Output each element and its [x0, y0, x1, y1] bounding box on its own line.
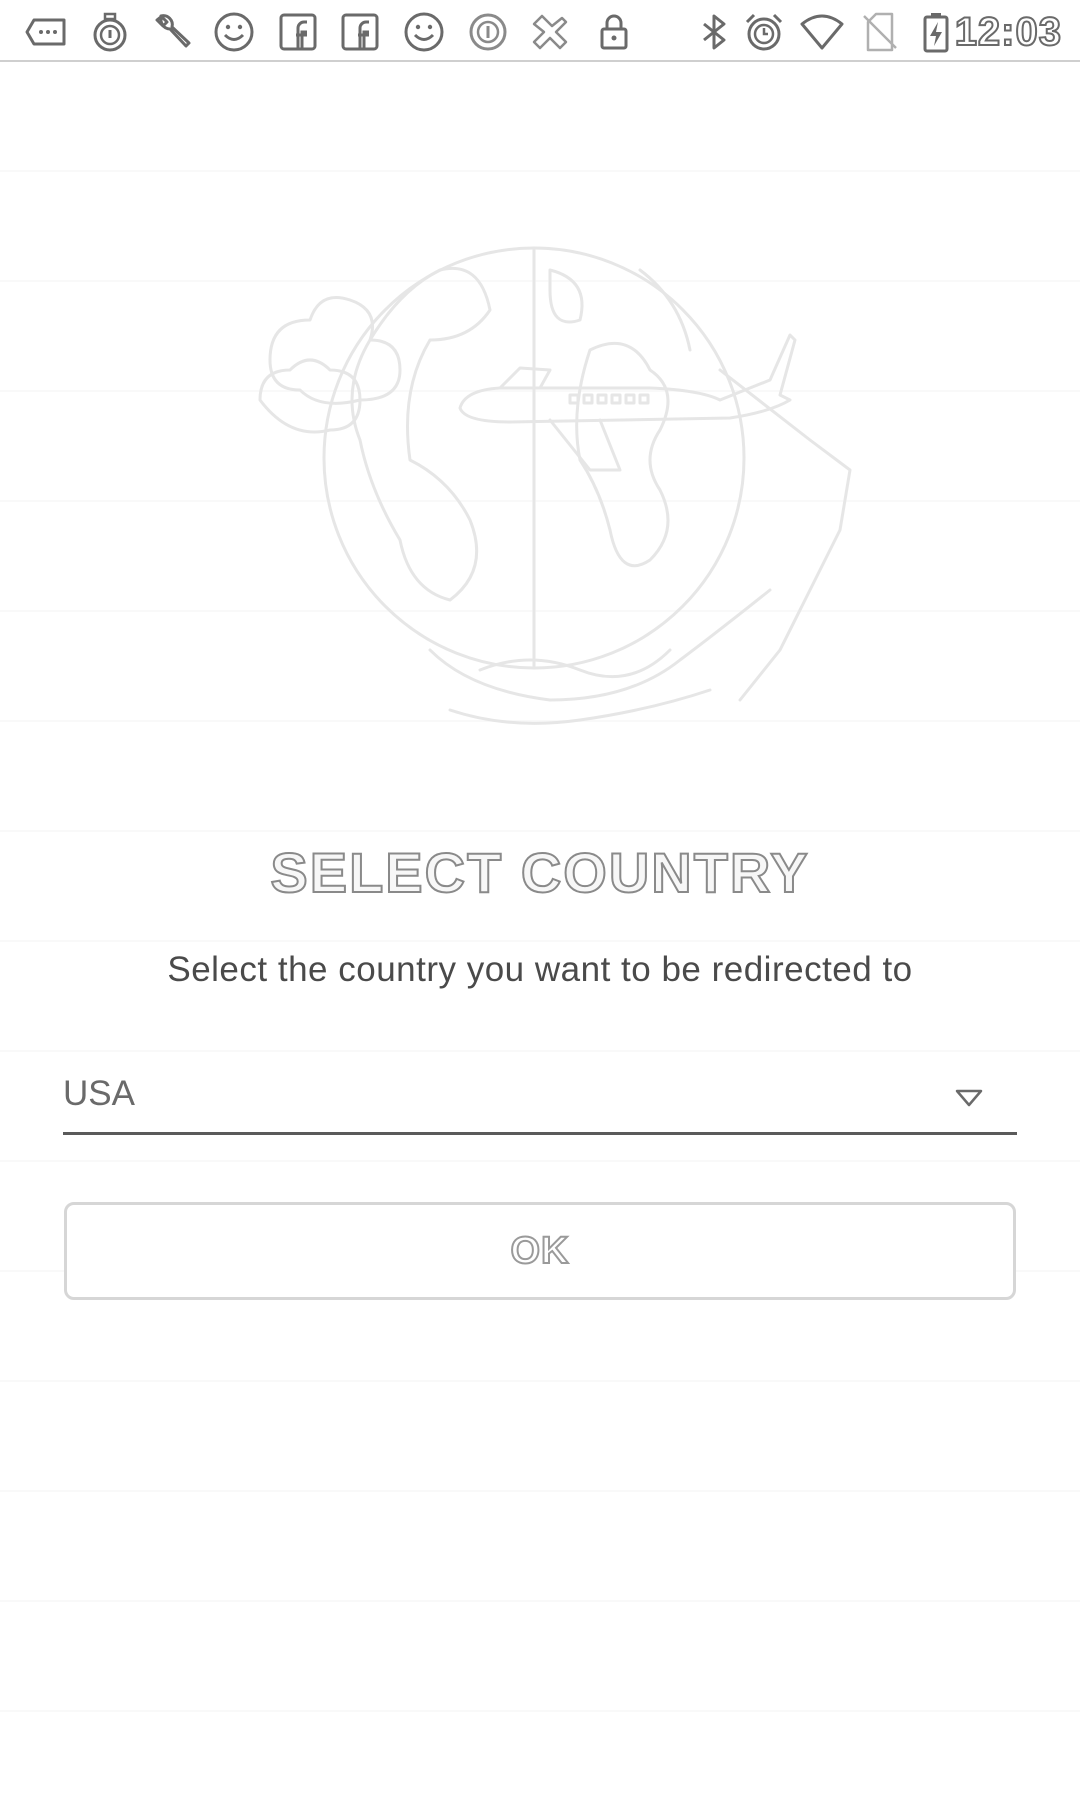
page-title: SELECT COUNTRY	[269, 840, 810, 905]
alarm-icon	[740, 8, 788, 56]
smiley-icon	[210, 8, 258, 56]
no-sim-icon	[856, 8, 904, 56]
country-selected-value: USA	[63, 1074, 135, 1113]
status-bar: 12:03	[0, 0, 1080, 62]
status-time: 12:03	[954, 9, 1062, 55]
page-subtitle: Select the country you want to be redire…	[167, 950, 913, 989]
stopwatch-icon	[86, 8, 134, 56]
globe-airplane-illustration	[250, 230, 890, 810]
wifi-icon	[798, 8, 846, 56]
dropdown-arrow-icon	[955, 1089, 983, 1107]
facebook-icon	[336, 8, 384, 56]
smiley-icon	[400, 8, 448, 56]
country-select-screen: 12:03 SELECT COUNTRY Select the country …	[0, 0, 1080, 1794]
globe-airplane-icon	[258, 246, 852, 725]
battery-charging-icon	[912, 8, 960, 56]
lock-icon	[590, 8, 638, 56]
fav-icon	[526, 8, 574, 56]
country-dropdown[interactable]: USA	[63, 1068, 1017, 1135]
ok-button[interactable]: OK	[64, 1202, 1016, 1300]
facebook-icon	[274, 8, 322, 56]
wrench-icon	[148, 8, 196, 56]
bluetooth-icon	[690, 8, 738, 56]
app-icon	[464, 8, 512, 56]
ok-button-label: OK	[510, 1229, 570, 1273]
message-icon	[22, 8, 70, 56]
